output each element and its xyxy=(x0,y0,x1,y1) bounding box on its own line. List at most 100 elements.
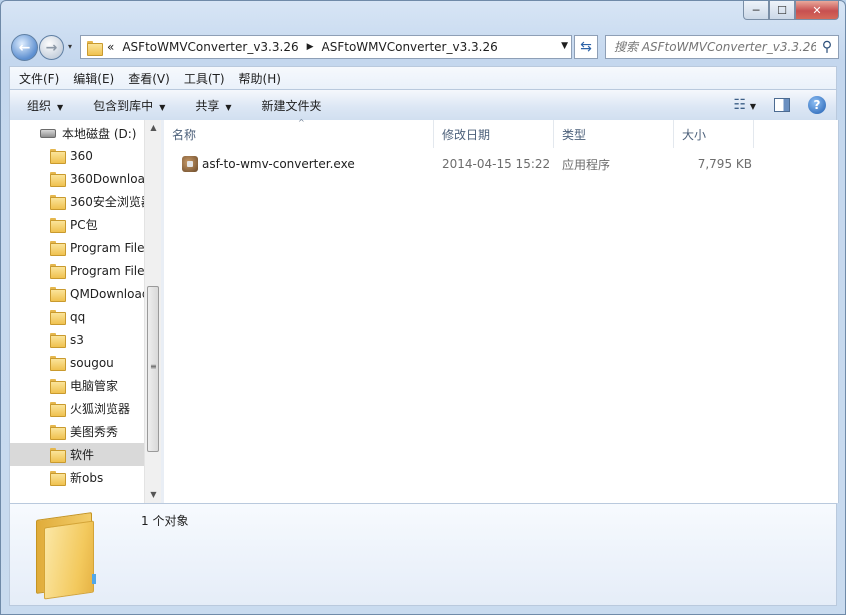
tree-item-folder[interactable]: 火狐浏览器 xyxy=(10,397,148,420)
tree-item-folder[interactable]: 360安全浏览器 xyxy=(10,190,148,213)
tree-item-folder[interactable]: qq xyxy=(10,305,148,328)
folder-icon xyxy=(50,379,66,394)
item-count: 1 个对象 xyxy=(141,514,189,528)
scroll-up-arrow-icon[interactable]: ▲ xyxy=(145,120,161,136)
menu-help[interactable]: 帮助(H) xyxy=(239,70,281,87)
tree-item-label: qq xyxy=(70,309,86,324)
include-library-label: 包含到库中 xyxy=(93,98,154,113)
menu-file[interactable]: 文件(F) xyxy=(19,70,59,87)
file-name-cell: asf-to-wmv-converter.exe xyxy=(164,156,434,172)
tree-item-folder[interactable]: 电脑管家 xyxy=(10,374,148,397)
chevron-down-icon: ▼ xyxy=(749,102,756,111)
tree-item-folder[interactable]: Program Files xyxy=(10,236,148,259)
folder-icon xyxy=(50,195,66,210)
folder-icon xyxy=(87,40,103,56)
folder-icon xyxy=(50,241,66,256)
column-header-name[interactable]: ^ 名称 xyxy=(164,118,434,148)
tree-item-label: 新obs xyxy=(70,471,104,485)
tree-item-label: sougou xyxy=(70,355,114,370)
new-folder-button[interactable]: 新建文件夹 xyxy=(262,97,322,114)
tree-item-folder[interactable]: PC包 xyxy=(10,213,148,236)
menu-view[interactable]: 查看(V) xyxy=(128,70,170,87)
tree-item-folder[interactable]: 软件 xyxy=(10,443,148,466)
folder-icon xyxy=(50,264,66,279)
tree-item-folder[interactable]: 360Downloads xyxy=(10,167,148,190)
navigation-pane: 本地磁盘 (D:) 360 360Downloads 360安全浏览器 PC包 Prog… xyxy=(9,120,161,503)
tree-item-folder[interactable]: QMDownload xyxy=(10,282,148,305)
tree-scrollbar[interactable]: ▲ ≡ ▼ xyxy=(144,120,161,503)
menu-edit[interactable]: 编辑(E) xyxy=(73,70,114,87)
scrollbar-thumb[interactable]: ≡ xyxy=(147,286,159,452)
folder-icon xyxy=(50,448,66,463)
application-icon xyxy=(182,156,198,172)
organize-label: 组织 xyxy=(27,98,52,113)
chevron-down-icon: ▼ xyxy=(159,102,166,112)
breadcrumb-item-current[interactable]: ASFtoWMVConverter_v3.3.26 xyxy=(322,40,498,54)
breadcrumb-separator-icon[interactable]: ▶ xyxy=(307,42,314,52)
maximize-button[interactable]: ☐ xyxy=(769,1,795,20)
breadcrumb-item[interactable]: ASFtoWMVConverter_v3.3.26 xyxy=(122,40,298,54)
help-icon[interactable]: ? xyxy=(808,96,826,114)
tree-item-label: s3 xyxy=(70,332,84,347)
menu-tools[interactable]: 工具(T) xyxy=(184,70,225,87)
explorer-window: ─ ☐ ✕ ← → ▾ « ASFtoWMVConverter_v3.3.26 … xyxy=(0,0,846,615)
tree-item-folder[interactable]: 美图秀秀 xyxy=(10,420,148,443)
tree-item-folder[interactable]: Program Files (x86) xyxy=(10,259,148,282)
search-input[interactable] xyxy=(614,40,816,54)
search-box[interactable]: ⚲ xyxy=(605,35,839,59)
share-button[interactable]: 共享 ▼ xyxy=(195,97,231,114)
menu-bar: 文件(F) 编辑(E) 查看(V) 工具(T) 帮助(H) xyxy=(9,66,837,90)
file-date: 2014-04-15 15:22 xyxy=(442,157,551,171)
forward-button[interactable]: → xyxy=(39,35,64,60)
sort-ascending-icon: ^ xyxy=(298,118,305,127)
tree-item-drive-d[interactable]: 本地磁盘 (D:) xyxy=(10,123,136,143)
folder-icon xyxy=(50,149,66,164)
column-header-size[interactable]: 大小 xyxy=(674,120,754,148)
tree-item-label: PC包 xyxy=(70,218,98,232)
tree-item-label: 软件 xyxy=(70,448,95,462)
tree-item-label: QMDownload xyxy=(70,286,148,301)
include-in-library-button[interactable]: 包含到库中 ▼ xyxy=(93,97,165,114)
back-button[interactable]: ← xyxy=(11,34,38,61)
file-list: ^ 名称 修改日期 类型 大小 asf-to-wmv-converter.exe… xyxy=(164,118,839,503)
close-button[interactable]: ✕ xyxy=(795,1,839,20)
tree-item-folder[interactable]: sougou xyxy=(10,351,148,374)
folder-large-icon xyxy=(32,512,102,600)
column-header-date[interactable]: 修改日期 xyxy=(434,120,554,148)
chevron-down-icon: ▼ xyxy=(57,102,64,112)
breadcrumb-overflow[interactable]: « xyxy=(107,40,114,54)
recent-pages-dropdown[interactable]: ▾ xyxy=(68,42,72,51)
tree-item-folder[interactable]: 新obs xyxy=(10,466,148,489)
folder-icon xyxy=(50,172,66,187)
scroll-down-arrow-icon[interactable]: ▼ xyxy=(145,487,161,503)
folder-icon xyxy=(50,333,66,348)
change-view-button[interactable]: ☷ ▼ xyxy=(733,97,756,113)
minimize-button[interactable]: ─ xyxy=(743,1,769,20)
tree-item-folder[interactable]: 360 xyxy=(10,144,148,167)
file-size: 7,795 KB xyxy=(697,157,752,171)
search-icon[interactable]: ⚲ xyxy=(816,39,838,55)
column-headers: ^ 名称 修改日期 类型 大小 xyxy=(164,118,838,148)
navigation-bar: ← → ▾ « ASFtoWMVConverter_v3.3.26 ▶ ASFt… xyxy=(9,34,839,61)
command-bar: 组织 ▼ 包含到库中 ▼ 共享 ▼ 新建文件夹 ☷ ▼ ? xyxy=(9,90,837,120)
chevron-down-icon: ▼ xyxy=(225,102,232,112)
tree-item-label: 美图秀秀 xyxy=(70,425,119,439)
tree-item-folder[interactable]: s3 xyxy=(10,328,148,351)
view-controls: ☷ ▼ ? xyxy=(733,96,826,114)
folder-icon xyxy=(50,425,66,440)
share-label: 共享 xyxy=(195,98,220,113)
preview-pane-toggle-icon[interactable] xyxy=(774,98,790,112)
organize-button[interactable]: 组织 ▼ xyxy=(27,97,63,114)
file-row[interactable]: asf-to-wmv-converter.exe 2014-04-15 15:2… xyxy=(164,153,752,175)
address-dropdown-icon[interactable]: ▼ xyxy=(561,41,568,51)
refresh-button[interactable]: ⇆ xyxy=(574,35,598,59)
tree-item-label: 360Downloads xyxy=(70,171,148,186)
details-pane: 1 个对象 xyxy=(9,503,837,606)
tree-item-label: 360 xyxy=(70,148,93,163)
tree-item-label: 360安全浏览器 xyxy=(70,195,148,209)
tree-item-label: Program Files xyxy=(70,240,148,255)
column-header-type[interactable]: 类型 xyxy=(554,120,674,148)
folder-icon xyxy=(50,356,66,371)
folder-icon xyxy=(50,287,66,302)
address-bar[interactable]: « ASFtoWMVConverter_v3.3.26 ▶ ASFtoWMVCo… xyxy=(80,35,572,59)
